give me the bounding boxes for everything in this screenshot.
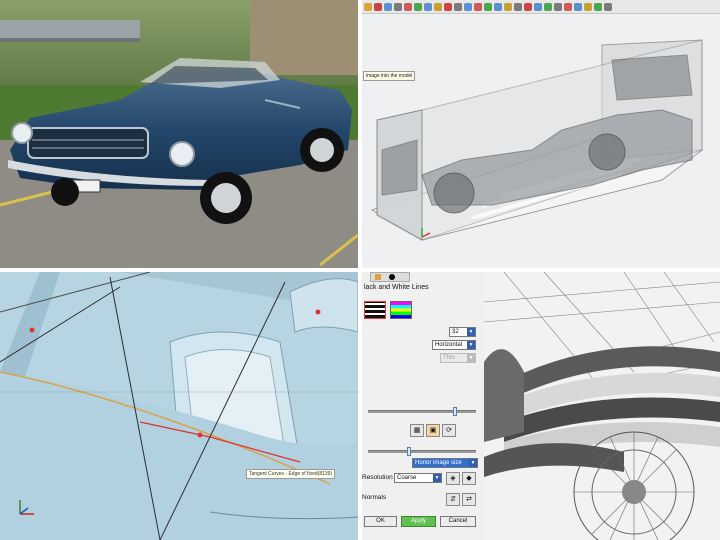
render-settings-view: lack and White Lines 32 ▼ Horizontal ▼ T… xyxy=(362,272,720,540)
car-photo-art xyxy=(0,0,358,268)
image-size-select[interactable]: Honor image size ▼ xyxy=(412,458,478,468)
slider-track-1[interactable] xyxy=(368,410,476,413)
ok-button[interactable]: OK xyxy=(364,516,397,527)
chevron-down-icon: ▼ xyxy=(469,459,477,467)
apply-button[interactable]: Apply xyxy=(401,516,436,527)
blueprint-scene xyxy=(370,39,704,241)
wireframe-render xyxy=(484,272,720,540)
thickness-select: Thin ▼ xyxy=(440,353,476,363)
orientation-value: Horizontal xyxy=(435,342,463,348)
slider-thumb-1[interactable] xyxy=(453,407,457,416)
cad-blueprint-view[interactable]: image into the model xyxy=(362,0,720,268)
toolbar-tooltip: image into the model xyxy=(363,71,416,81)
resolution-value: Coarse xyxy=(397,475,417,481)
chevron-down-icon: ▼ xyxy=(467,354,475,362)
resolution-label: Resolution xyxy=(362,474,393,481)
slider-thumb-2[interactable] xyxy=(407,447,411,456)
mode-header: lack and White Lines xyxy=(364,284,429,291)
image-size-value: Honor image size xyxy=(415,460,462,466)
chevron-down-icon: ▼ xyxy=(433,474,441,482)
flip-normals-icon[interactable]: ⇵ xyxy=(446,493,460,506)
normals-label: Normals xyxy=(362,494,387,501)
panel-tab-strip[interactable] xyxy=(370,272,410,282)
swap-normals-icon[interactable]: ⇄ xyxy=(462,493,476,506)
cancel-button[interactable]: Cancel xyxy=(440,516,476,527)
shaded-cube-icon[interactable]: ◆ xyxy=(462,472,476,485)
axis-triad-icon xyxy=(19,500,34,515)
resolution-select[interactable]: Coarse ▼ xyxy=(394,473,442,483)
car-photo xyxy=(0,0,358,268)
black-dot-icon xyxy=(389,274,395,280)
render-settings-panel: lack and White Lines 32 ▼ Horizontal ▼ T… xyxy=(362,272,485,540)
refresh-icon[interactable]: ⟳ xyxy=(442,424,456,437)
chevron-down-icon: ▼ xyxy=(467,328,475,336)
thickness-value: Thin xyxy=(443,355,455,361)
slider-track-2[interactable] xyxy=(368,450,476,453)
chevron-down-icon: ▼ xyxy=(467,341,475,349)
surface-viewport[interactable]: Tangent Curves - Edge of fixed(8139) xyxy=(0,272,358,540)
lines-count-select[interactable]: 32 ▼ xyxy=(449,327,476,337)
image-icon[interactable]: ▣ xyxy=(426,424,440,437)
surface-scene xyxy=(0,272,358,540)
cube-icon[interactable]: ◈ xyxy=(446,472,460,485)
black-white-pattern-button[interactable] xyxy=(364,301,386,319)
color-pattern-button[interactable] xyxy=(390,301,412,319)
orientation-select[interactable]: Horizontal ▼ xyxy=(432,340,476,350)
tab-icon xyxy=(375,274,381,280)
grayscale-icon[interactable]: ▦ xyxy=(410,424,424,437)
curve-tooltip: Tangent Curves - Edge of fixed(8139) xyxy=(246,469,336,479)
lines-count-value: 32 xyxy=(452,329,459,335)
